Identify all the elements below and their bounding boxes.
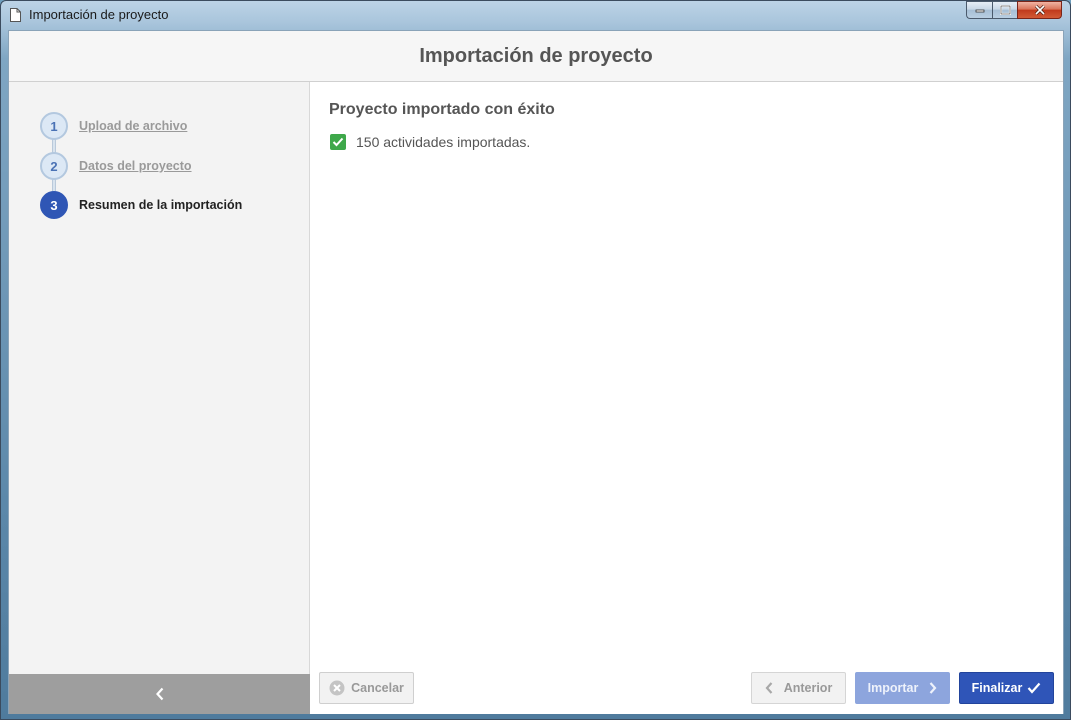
- cancel-circle-icon: [329, 680, 345, 696]
- maximize-button[interactable]: [992, 1, 1017, 19]
- page-title: Importación de proyecto: [419, 44, 653, 67]
- previous-button-label: Anterior: [783, 681, 833, 695]
- chevron-left-icon: [765, 682, 773, 694]
- step-number-badge: 1: [40, 112, 68, 140]
- wizard-step-label: Resumen de la importación: [79, 198, 243, 212]
- import-button[interactable]: Importar: [855, 672, 950, 704]
- wizard-step-summary: 3 Resumen de la importación: [40, 191, 242, 219]
- window-title: Importación de proyecto: [29, 7, 169, 22]
- wizard-sidebar: 1 Upload de archivo 2 Datos del proyecto…: [9, 82, 310, 674]
- previous-button[interactable]: Anterior: [751, 672, 846, 704]
- wizard-step-project-data[interactable]: 2 Datos del proyecto: [40, 152, 192, 180]
- caption-buttons: [966, 1, 1062, 20]
- page-header: Importación de proyecto: [9, 31, 1063, 82]
- step-number-badge: 2: [40, 152, 68, 180]
- wizard-step-upload[interactable]: 1 Upload de archivo: [40, 112, 187, 140]
- step-number-badge: 3: [40, 191, 68, 219]
- chevron-left-icon: [155, 687, 163, 701]
- wizard-footer: Cancelar Anterior Importar Finalizar: [310, 672, 1063, 714]
- checkmark-icon: [1028, 682, 1041, 694]
- wizard-step-label[interactable]: Upload de archivo: [79, 119, 187, 133]
- cancel-button[interactable]: Cancelar: [319, 672, 414, 704]
- title-bar[interactable]: Importación de proyecto: [1, 1, 1070, 30]
- close-icon: [1034, 5, 1045, 15]
- minimize-icon: [975, 9, 984, 13]
- checkmark-icon: [332, 137, 344, 147]
- sidebar-collapse-button[interactable]: [9, 674, 310, 714]
- success-checkbox: [330, 134, 346, 150]
- document-icon: [10, 8, 21, 22]
- minimize-button[interactable]: [966, 1, 992, 19]
- main-content: Proyecto importado con éxito 150 activid…: [310, 82, 1063, 674]
- result-message: 150 actividades importadas.: [356, 134, 531, 150]
- result-title: Proyecto importado con éxito: [329, 101, 555, 118]
- cancel-button-label: Cancelar: [351, 681, 404, 695]
- client-area: Importación de proyecto 1 Upload de arch…: [8, 30, 1064, 714]
- application-window: Importación de proyecto Importación de p…: [0, 0, 1071, 720]
- wizard-step-label[interactable]: Datos del proyecto: [79, 159, 192, 173]
- result-item: 150 actividades importadas.: [330, 134, 530, 150]
- finish-button-label: Finalizar: [971, 681, 1023, 695]
- chevron-right-icon: [930, 682, 937, 694]
- import-button-label: Importar: [867, 681, 919, 695]
- maximize-icon: [999, 5, 1011, 15]
- finish-button[interactable]: Finalizar: [959, 672, 1054, 704]
- close-button[interactable]: [1017, 1, 1062, 19]
